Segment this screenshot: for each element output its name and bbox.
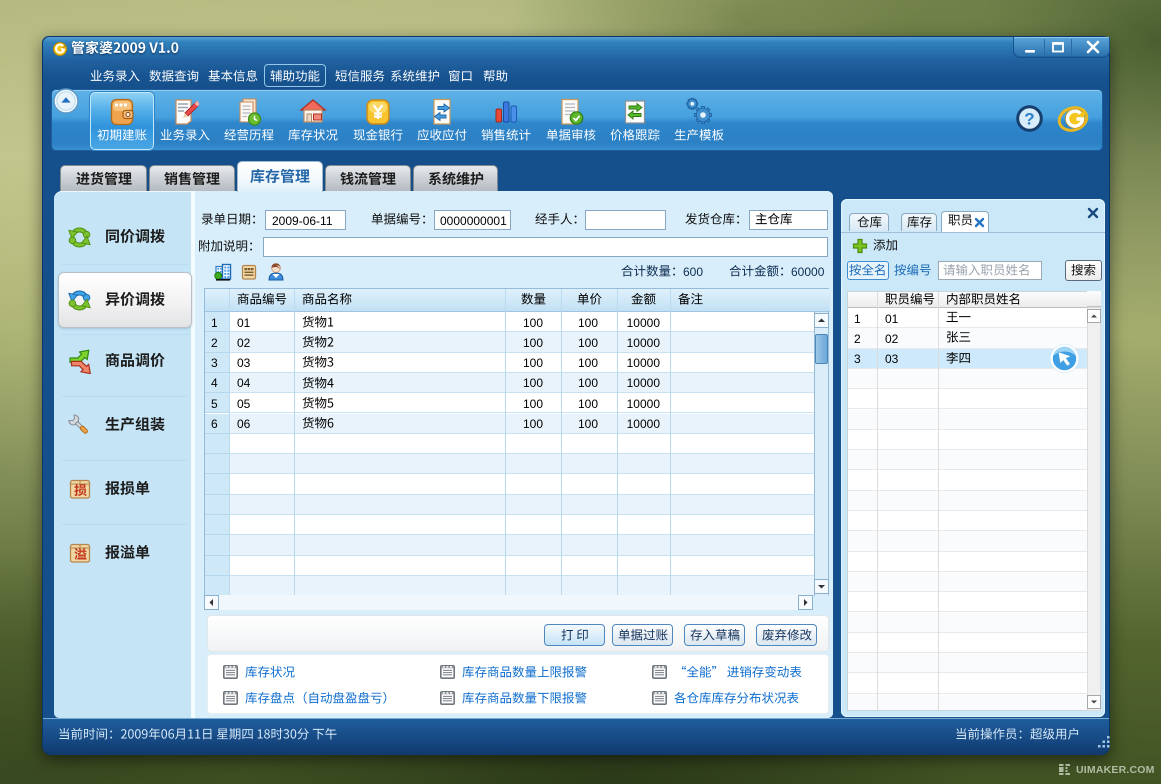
- svg-text:?: ?: [1024, 110, 1034, 129]
